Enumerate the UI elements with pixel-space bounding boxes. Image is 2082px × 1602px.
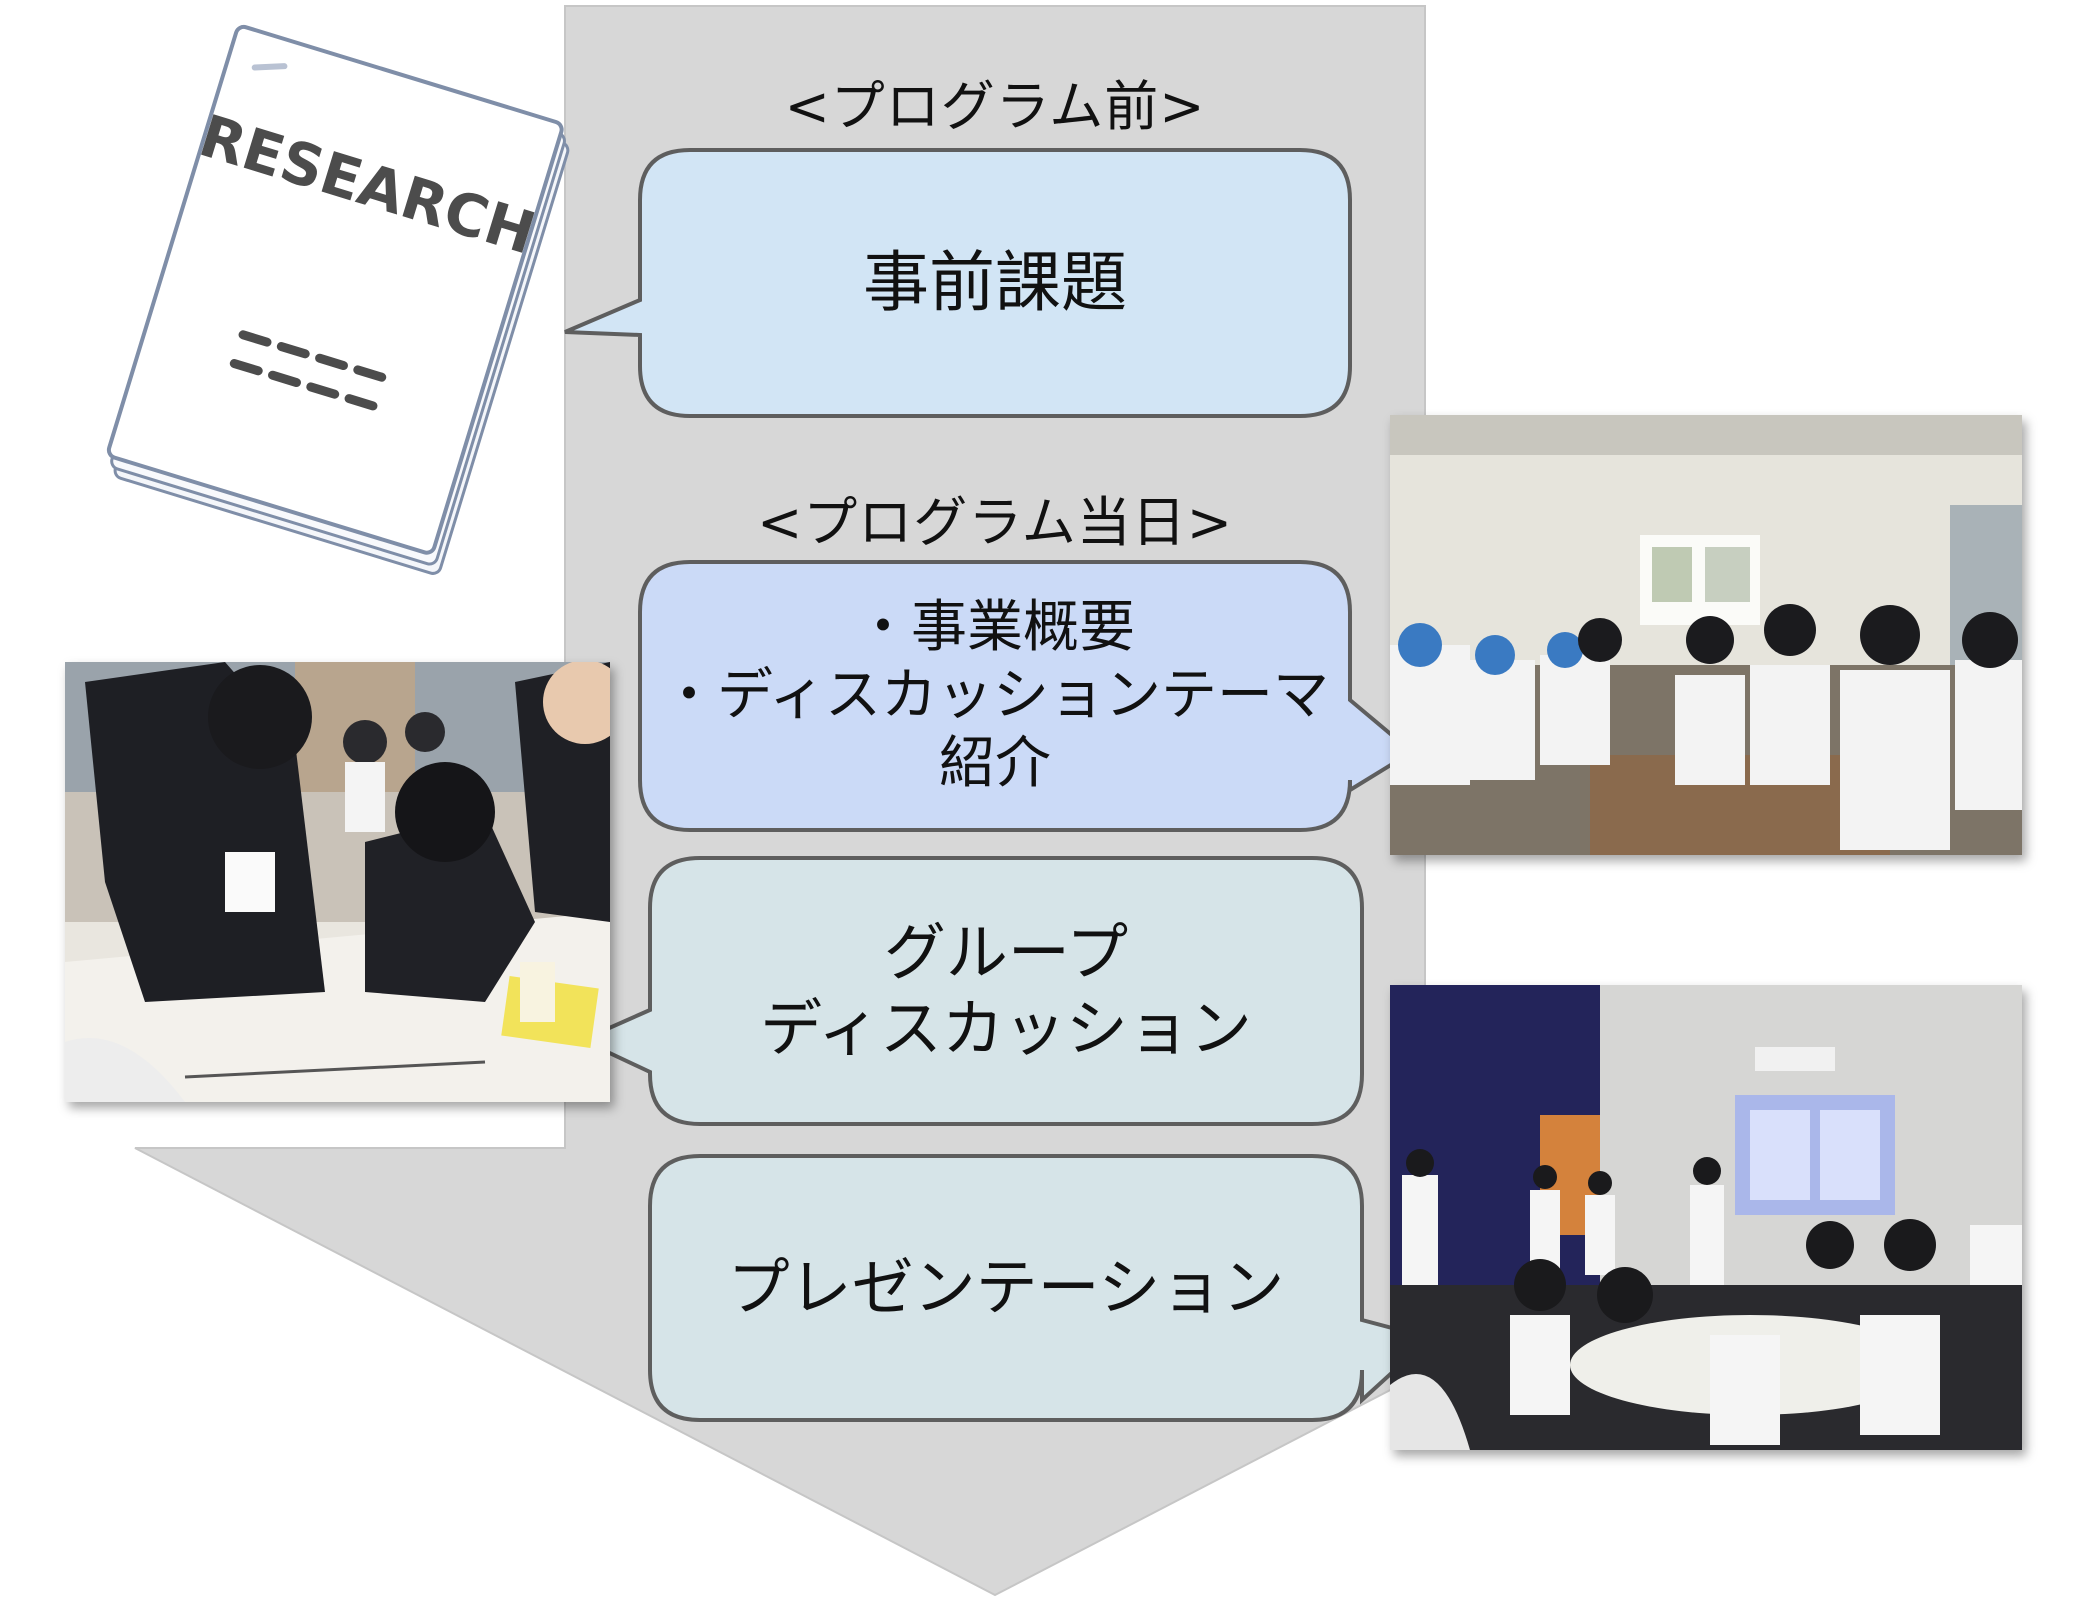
phase-label-before: <プログラム前> xyxy=(784,75,1206,138)
overview-line-3: 紹介 xyxy=(939,731,1051,797)
phase-label-day: <プログラム当日> xyxy=(757,491,1233,554)
overview-line-2: ・ディスカッションテーマ xyxy=(660,662,1330,728)
group-text: グループ ディスカッション xyxy=(650,858,1362,1124)
photo-business-overview xyxy=(1390,415,2022,855)
group-line-1: グループ xyxy=(883,916,1129,990)
presentation-text: プレゼンテーション xyxy=(650,1156,1362,1420)
overview-line-1: ・事業概要 xyxy=(855,594,1135,660)
overview-text: ・事業概要 ・ディスカッションテーマ 紹介 xyxy=(640,562,1350,830)
photo-presentation xyxy=(1390,985,2022,1450)
pre-task-label: 事前課題 xyxy=(863,243,1127,321)
research-document-icon: RESEARCH xyxy=(106,24,570,575)
presentation-label: プレゼンテーション xyxy=(727,1251,1285,1325)
pre-task-text: 事前課題 xyxy=(640,150,1350,416)
photo-group-discussion xyxy=(65,662,610,1102)
group-line-2: ディスカッション xyxy=(760,992,1252,1065)
